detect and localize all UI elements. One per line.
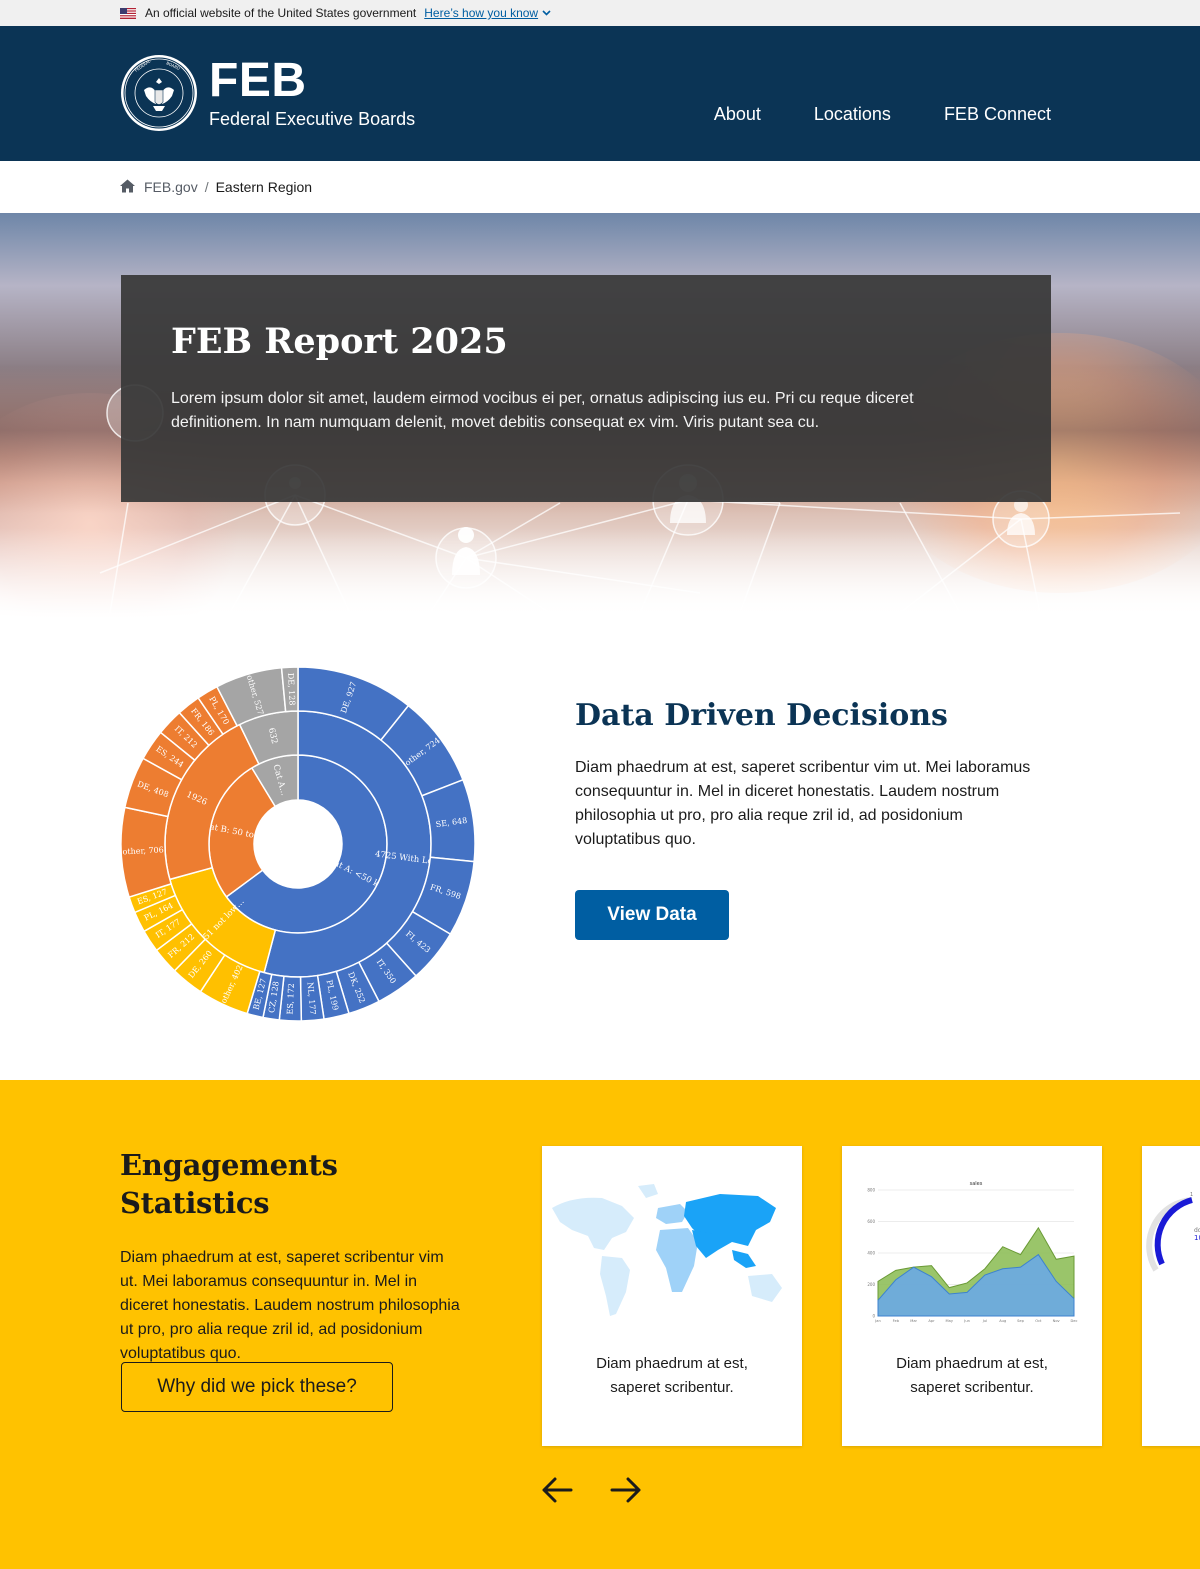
stat-card-gauge[interactable]: 1 dollars 1000 (1142, 1146, 1200, 1446)
brand-name: Federal Executive Boards (209, 109, 416, 129)
stat-card-map[interactable]: Diam phaedrum at est, saperet scribentur… (542, 1146, 802, 1446)
nav-feb-connect[interactable]: FEB Connect (944, 104, 1051, 125)
feb-seal-logo[interactable]: FEDERAL BOARD (120, 54, 198, 132)
x-tick-label: Aug (999, 1319, 1006, 1323)
x-tick-label: Dec (1071, 1319, 1078, 1323)
engagement-title: Engagements Statistics (120, 1148, 338, 1220)
engagement-section: Engagements Statistics Diam phaedrum at … (0, 1080, 1200, 1569)
area-series-2 (877, 1253, 1075, 1317)
data-title: Data Driven Decisions (575, 698, 948, 733)
view-data-button[interactable]: View Data (575, 890, 729, 940)
data-section: Cat A: <50 k… Cat B: 50 to… Cat A... 4725 W… (0, 618, 1200, 1080)
breadcrumb-current: Eastern Region (215, 179, 313, 195)
y-tick-label: 800 (867, 1188, 875, 1193)
x-tick-label: Oct (1035, 1319, 1042, 1323)
x-tick-label: May (946, 1319, 954, 1323)
emissions-sunburst-chart: Cat A: <50 k…Cat B: 50 to…Cat A...4725 W… (120, 666, 476, 1022)
nav-about[interactable]: About (714, 104, 761, 125)
hero-body: Lorem ipsum dolor sit amet, laudem eirmo… (171, 390, 914, 431)
us-flag-icon (120, 7, 136, 19)
data-text: Data Driven Decisions Diam phaedrum at e… (575, 696, 1045, 940)
x-tick-label: Apr (928, 1319, 935, 1323)
how-you-know-label: Here’s how you know (424, 6, 539, 20)
brand[interactable]: FEB Federal Executive Boards (209, 54, 415, 130)
card-caption: Diam phaedrum at est, saperet scribentur… (596, 1355, 748, 1396)
card-caption: Diam phaedrum at est, saperet scribentur… (896, 1355, 1048, 1396)
home-icon (120, 179, 135, 192)
engagement-body: Diam phaedrum at est, saperet scribentur… (120, 1249, 460, 1362)
x-tick-label: Mar (910, 1319, 917, 1323)
hero-fade (0, 528, 1200, 618)
x-tick-label: Feb (893, 1319, 900, 1323)
svg-text:1: 1 (1190, 1192, 1193, 1198)
data-body: Diam phaedrum at est, saperet scribentur… (575, 759, 1031, 848)
main-nav: About Locations FEB Connect (714, 104, 1051, 125)
y-tick-label: 400 (867, 1251, 875, 1256)
x-tick-label: Jun (963, 1319, 970, 1323)
x-tick-label: Nov (1053, 1319, 1061, 1323)
svg-text:1000: 1000 (1194, 1234, 1200, 1242)
how-you-know-link[interactable]: Here’s how you know (424, 6, 551, 20)
engagement-text: Engagements Statistics Diam phaedrum at … (120, 1146, 460, 1366)
sunburst-label-outer: ES, 172 (286, 983, 296, 1015)
hero-title: FEB Report 2025 (171, 321, 508, 362)
sunburst-label-outer: DE, 128 (286, 673, 297, 706)
gov-banner: An official website of the United States… (0, 0, 1200, 26)
breadcrumb-separator: / (204, 179, 209, 195)
y-tick-label: 200 (867, 1282, 875, 1287)
y-tick-label: 600 (867, 1219, 875, 1224)
hero-banner: FEB Report 2025 Lorem ipsum dolor sit am… (0, 213, 1200, 618)
chart-title: sales (970, 1181, 983, 1187)
gov-banner-text: An official website of the United States… (145, 6, 417, 20)
x-tick-label: Jan (874, 1319, 881, 1323)
hero-callout: FEB Report 2025 Lorem ipsum dolor sit am… (121, 275, 1051, 502)
sales-area-chart: sales 0 200 400 600 800 Jan Feb Mar Apr May Jun Jul A… (867, 1181, 1078, 1323)
breadcrumb: FEB.gov / Eastern Region (0, 161, 1200, 213)
breadcrumb-home-link[interactable]: FEB.gov (144, 179, 198, 195)
svg-text:dollars: dollars (1194, 1227, 1200, 1234)
nav-locations[interactable]: Locations (814, 104, 891, 125)
x-tick-label: Sep (1017, 1319, 1024, 1323)
world-map-image (552, 1184, 782, 1316)
site-header: FEDERAL BOARD FEB Federal Executive Boar… (0, 26, 1200, 161)
y-tick-label: 0 (872, 1314, 875, 1319)
gauge-chart: 1 dollars 1000 (1146, 1192, 1200, 1272)
why-pick-button[interactable]: Why did we pick these? (121, 1362, 393, 1412)
x-tick-label: Jul (982, 1319, 987, 1323)
chevron-down-icon (542, 10, 551, 16)
stat-card-sales-chart[interactable]: sales 0 200 400 600 800 Jan Feb Mar Apr May Jun Jul A… (842, 1146, 1102, 1446)
arrow-right-icon[interactable] (609, 1473, 643, 1507)
arrow-left-icon[interactable] (540, 1473, 574, 1507)
brand-abbr: FEB (209, 54, 307, 107)
